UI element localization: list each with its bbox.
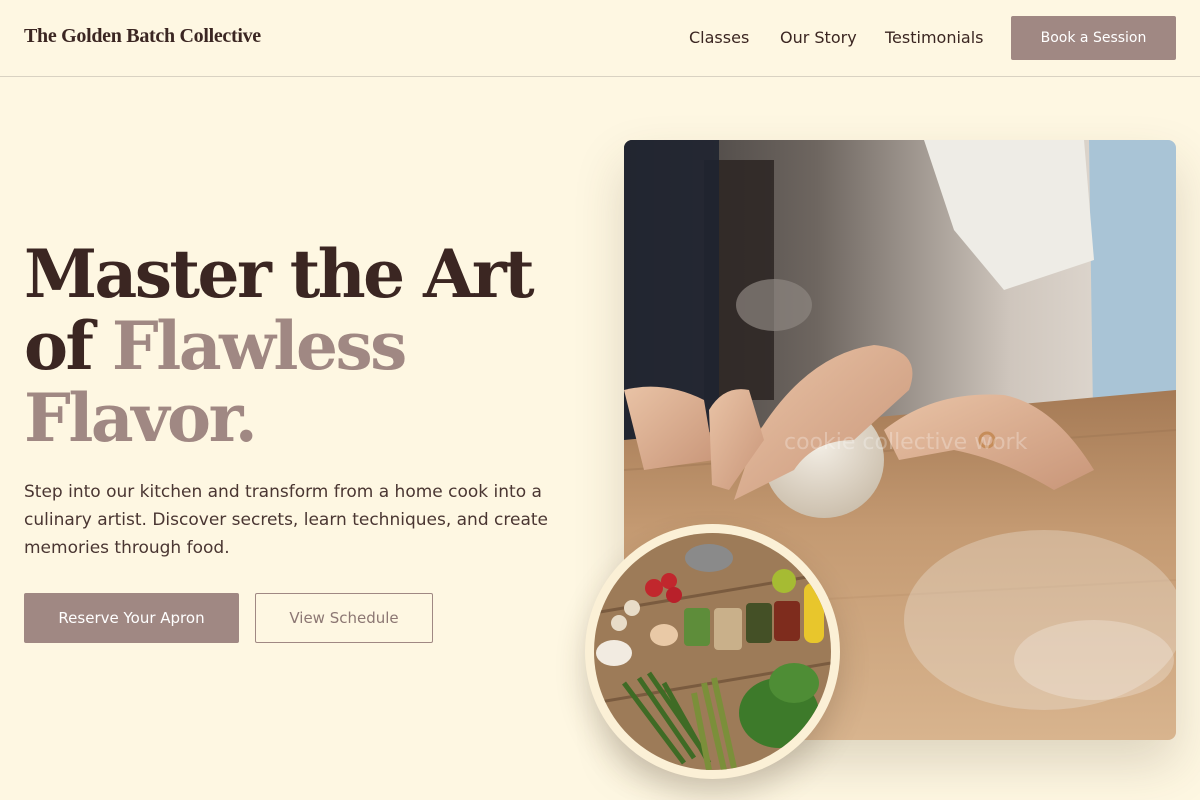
brand-logo[interactable]: The Golden Batch Collective: [24, 25, 261, 48]
nav-link-our-story[interactable]: Our Story: [780, 28, 857, 47]
vegetables-photo-frame: [585, 524, 840, 779]
reserve-apron-button[interactable]: Reserve Your Apron: [24, 593, 239, 643]
headline-line-3: Flavor.: [24, 379, 258, 457]
vegetables-photo: [594, 533, 831, 770]
headline-prefix: of: [24, 307, 112, 385]
hero-intro-text: Step into our kitchen and transform from…: [24, 482, 548, 558]
headline-line-1: Master the Art: [24, 235, 535, 313]
vegetables-illustration: [594, 533, 831, 770]
top-navbar: The Golden Batch Collective Classes Our …: [0, 0, 1200, 77]
headline-line-2: of Flawless: [24, 310, 584, 382]
book-session-button[interactable]: Book a Session: [1011, 16, 1176, 60]
hero-headline: Master the Art of Flawless Flavor.: [24, 238, 584, 454]
view-schedule-button[interactable]: View Schedule: [255, 593, 433, 643]
nav-link-testimonials[interactable]: Testimonials: [885, 28, 984, 47]
nav-link-classes[interactable]: Classes: [689, 28, 749, 47]
headline-accent-word: Flawless: [111, 307, 407, 385]
